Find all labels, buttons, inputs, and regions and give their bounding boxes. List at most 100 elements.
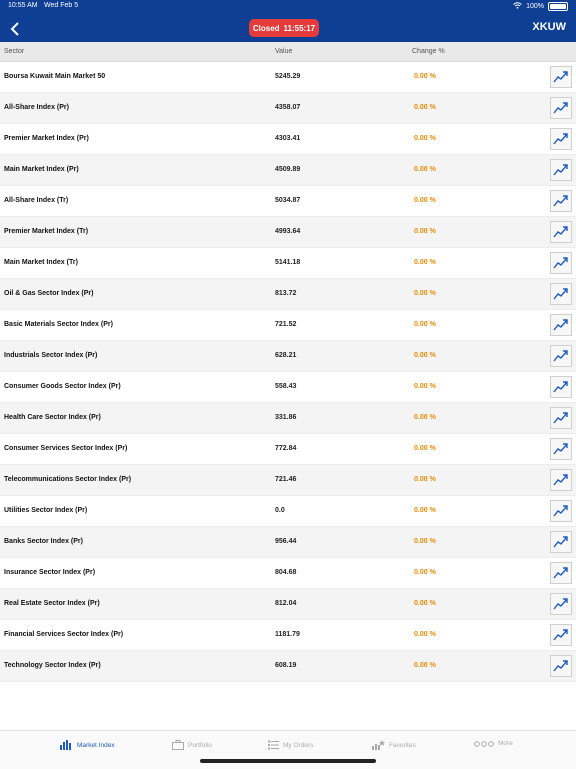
column-header: Sector Value Change % [0, 42, 576, 62]
index-name: Insurance Sector Index (Pr) [4, 569, 96, 576]
index-row[interactable]: Health Care Sector Index (Pr) 331.86 0.00 … [0, 403, 576, 434]
index-row[interactable]: Basic Materials Sector Index (Pr) 721.52 0… [0, 310, 576, 341]
trend-chart-button[interactable] [550, 407, 572, 429]
index-row[interactable]: Main Market Index (Tr) 5141.18 0.00 % [0, 248, 576, 279]
trend-chart-button[interactable] [550, 624, 572, 646]
index-value: 1181.79 [275, 631, 300, 638]
market-status-label: Closed [252, 23, 280, 33]
column-value[interactable]: Value [275, 48, 292, 55]
index-row[interactable]: Premier Market Index (Tr) 4993.64 0.00 % [0, 217, 576, 248]
index-row[interactable]: Main Market Index (Pr) 4509.89 0.00 % [0, 155, 576, 186]
index-value: 4509.89 [275, 166, 301, 173]
trend-line-icon [553, 71, 568, 83]
tab-my-orders[interactable]: My Orders [268, 740, 313, 750]
trend-chart-button[interactable] [550, 562, 572, 584]
index-row[interactable]: Technology Sector Index (Pr) 608.19 0.00 % [0, 651, 576, 682]
trend-line-icon [553, 133, 568, 145]
column-sector[interactable]: Sector [4, 48, 24, 55]
index-change: 0.00 % [414, 73, 436, 80]
index-row[interactable]: Boursa Kuwait Main Market 50 5245.29 0.00 … [0, 62, 576, 93]
trend-chart-button[interactable] [550, 66, 572, 88]
trend-chart-button[interactable] [550, 469, 572, 491]
index-change: 0.00 % [414, 321, 436, 328]
trend-chart-button[interactable] [550, 500, 572, 522]
index-name: Premier Market Index (Pr) [4, 135, 89, 142]
index-row[interactable]: Insurance Sector Index (Pr) 804.68 0.00 % [0, 558, 576, 589]
index-name: Telecommunications Sector Index (Pr) [4, 476, 132, 483]
index-row[interactable]: Utilities Sector Index (Pr) 0.0 0.00 % [0, 496, 576, 527]
index-name: Banks Sector Index (Pr) [4, 538, 83, 545]
index-value: 5034.87 [275, 197, 301, 204]
trend-chart-button[interactable] [550, 531, 572, 553]
market-status-time: 11:55:17 [283, 23, 316, 33]
trend-chart-button[interactable] [550, 190, 572, 212]
index-name: Financial Services Sector Index (Pr) [4, 631, 124, 638]
tab-label: Portfolio [188, 741, 212, 749]
trend-line-icon [553, 598, 568, 610]
index-value: 812.04 [275, 600, 297, 607]
index-change: 0.00 % [414, 662, 436, 669]
trend-line-icon [553, 536, 568, 548]
index-row[interactable]: All-Share Index (Pr) 4358.07 0.00 % [0, 93, 576, 124]
index-row[interactable]: Premier Market Index (Pr) 4303.41 0.00 % [0, 124, 576, 155]
index-row[interactable]: Telecommunications Sector Index (Pr) 721.… [0, 465, 576, 496]
tab-label: My Orders [283, 741, 314, 749]
index-row[interactable]: Oil & Gas Sector Index (Pr) 813.72 0.00 % [0, 279, 576, 310]
index-row[interactable]: Consumer Services Sector Index (Pr) 772.8… [0, 434, 576, 465]
index-row[interactable]: Banks Sector Index (Pr) 956.44 0.00 % [0, 527, 576, 558]
trend-chart-button[interactable] [550, 221, 572, 243]
index-value: 721.46 [275, 476, 297, 483]
tab-label: More [498, 740, 513, 747]
index-name: Boursa Kuwait Main Market 50 [4, 73, 106, 80]
tab-portfolio[interactable]: Portfolio [172, 740, 212, 750]
index-change: 0.00 % [414, 228, 436, 235]
trend-chart-button[interactable] [550, 283, 572, 305]
index-change: 0.00 % [414, 166, 436, 173]
trend-line-icon [553, 257, 568, 269]
index-value: 558.43 [275, 383, 297, 390]
index-name: Consumer Goods Sector Index (Pr) [4, 383, 121, 390]
trend-chart-button[interactable] [550, 655, 572, 677]
index-change: 0.00 % [414, 383, 436, 390]
trend-chart-button[interactable] [550, 97, 572, 119]
tab-market-index[interactable]: Market Index [60, 740, 115, 750]
tab-favorites[interactable]: Favorites [372, 740, 416, 750]
index-name: Technology Sector Index (Pr) [4, 662, 101, 669]
index-row[interactable]: Real Estate Sector Index (Pr) 812.04 0.00 … [0, 589, 576, 620]
index-value: 772.84 [275, 445, 297, 452]
back-button[interactable] [6, 20, 24, 38]
home-indicator [200, 759, 376, 763]
index-value: 804.68 [275, 569, 297, 576]
tab-more[interactable]: More [474, 740, 513, 747]
index-value: 628.21 [275, 352, 297, 359]
index-row[interactable]: Industrials Sector Index (Pr) 628.21 0.00 … [0, 341, 576, 372]
trend-line-icon [553, 319, 568, 331]
trend-chart-button[interactable] [550, 159, 572, 181]
index-row[interactable]: Consumer Goods Sector Index (Pr) 558.43 0.… [0, 372, 576, 403]
trend-chart-button[interactable] [550, 314, 572, 336]
index-name: All-Share Index (Tr) [4, 197, 69, 204]
trend-chart-button[interactable] [550, 345, 572, 367]
trend-chart-button[interactable] [550, 128, 572, 150]
trend-line-icon [553, 443, 568, 455]
index-change: 0.00 % [414, 538, 436, 545]
trend-chart-button[interactable] [550, 252, 572, 274]
index-row[interactable]: All-Share Index (Tr) 5034.87 0.00 % [0, 186, 576, 217]
status-date: Wed Feb 5 [44, 2, 79, 9]
column-change[interactable]: Change % [412, 48, 445, 55]
index-change: 0.00 % [414, 445, 436, 452]
index-value: 608.19 [275, 662, 297, 669]
trend-line-icon [553, 629, 568, 641]
trend-chart-button[interactable] [550, 376, 572, 398]
index-change: 0.00 % [414, 476, 436, 483]
index-change: 0.00 % [414, 600, 436, 607]
index-name: Main Market Index (Tr) [4, 259, 78, 266]
index-row[interactable]: Financial Services Sector Index (Pr) 1181… [0, 620, 576, 651]
trend-line-icon [553, 381, 568, 393]
trend-line-icon [553, 164, 568, 176]
market-code[interactable]: XKUW [532, 21, 566, 33]
index-value: 5141.18 [275, 259, 301, 266]
trend-chart-button[interactable] [550, 593, 572, 615]
trend-chart-button[interactable] [550, 438, 572, 460]
index-change: 0.00 % [414, 259, 436, 266]
